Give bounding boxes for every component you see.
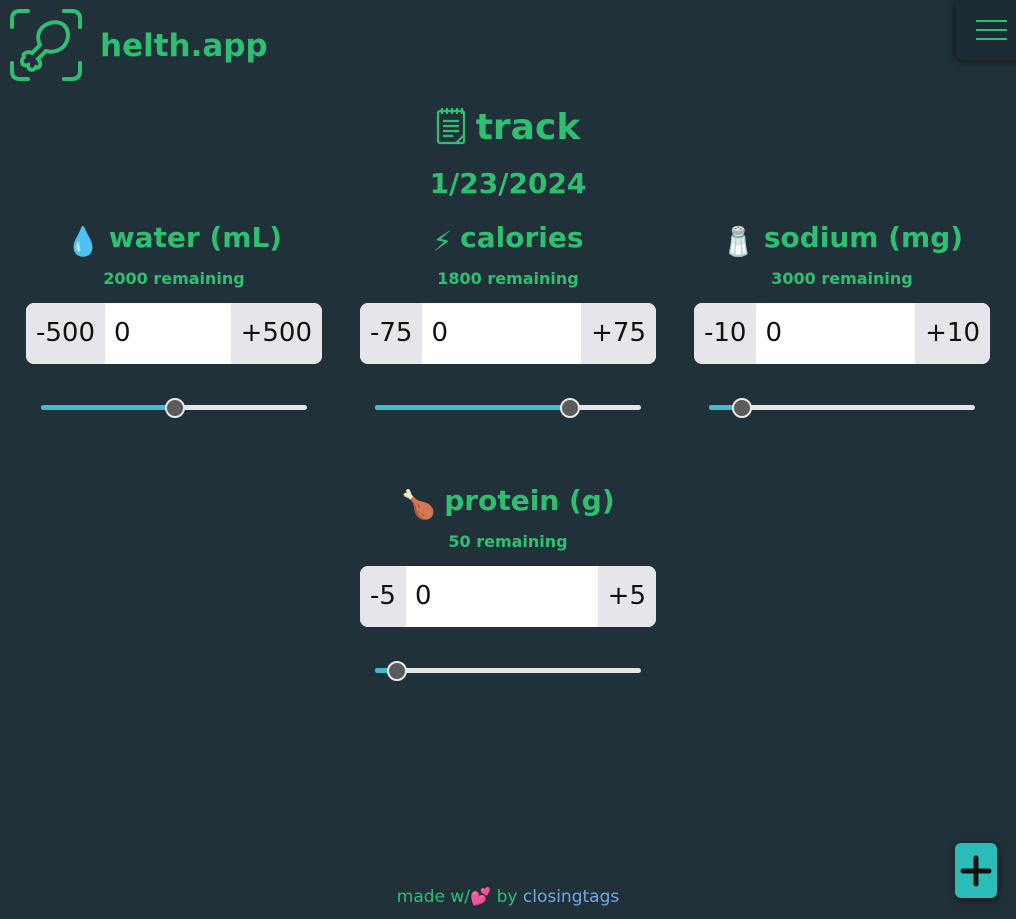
app-name[interactable]: helth.app bbox=[100, 26, 268, 66]
slider-thumb[interactable] bbox=[560, 398, 581, 418]
remaining-text: 1800 remaining bbox=[437, 269, 579, 288]
calories-slider[interactable] bbox=[360, 398, 656, 418]
add-button[interactable] bbox=[955, 843, 997, 898]
droplet-icon: 💧 bbox=[65, 225, 101, 258]
remaining-text: 50 remaining bbox=[448, 532, 568, 551]
page-title: track bbox=[0, 104, 1016, 152]
remaining-text: 2000 remaining bbox=[103, 269, 245, 288]
slider-thumb[interactable] bbox=[387, 661, 408, 681]
tracker-title: 💧 water (mL) bbox=[65, 221, 283, 258]
slider-thumb[interactable] bbox=[165, 398, 185, 418]
lightning-icon: ⚡ bbox=[432, 225, 453, 258]
tracker-protein: 🍗 protein (g) 50 remaining -5 0 +5 bbox=[360, 483, 656, 681]
tracker-calories: ⚡ calories 1800 remaining -75 0 +75 bbox=[360, 220, 656, 418]
tracker-title: 🧂 sodium (mg) bbox=[720, 221, 964, 258]
hamburger-icon bbox=[976, 20, 1007, 22]
water-stepper: -500 0 +500 bbox=[26, 303, 322, 364]
water-slider[interactable] bbox=[26, 398, 322, 418]
remaining-text: 3000 remaining bbox=[771, 269, 913, 288]
sodium-stepper: -10 0 +10 bbox=[694, 303, 990, 364]
decrement-button[interactable]: -75 bbox=[360, 303, 423, 364]
calories-stepper: -75 0 +75 bbox=[360, 303, 656, 364]
footer: made w/💕 by closingtags bbox=[396, 887, 620, 907]
value-input[interactable]: 0 bbox=[756, 303, 916, 364]
decrement-button[interactable]: -500 bbox=[26, 303, 106, 364]
date-display: 1/23/2024 bbox=[429, 167, 587, 200]
notepad-icon bbox=[436, 108, 465, 145]
value-input[interactable]: 0 bbox=[405, 566, 598, 627]
decrement-button[interactable]: -10 bbox=[694, 303, 757, 364]
value-input[interactable]: 0 bbox=[422, 303, 582, 364]
slider-thumb[interactable] bbox=[731, 398, 752, 418]
value-input[interactable]: 0 bbox=[105, 303, 231, 364]
decrement-button[interactable]: -5 bbox=[360, 566, 406, 627]
protein-slider[interactable] bbox=[360, 661, 656, 681]
protein-stepper: -5 0 +5 bbox=[360, 566, 656, 627]
author-link[interactable]: closingtags bbox=[523, 887, 619, 907]
heart-icon: 💕 bbox=[470, 887, 492, 907]
tracker-title: 🍗 protein (g) bbox=[401, 484, 615, 521]
plus-icon bbox=[960, 855, 992, 887]
increment-button[interactable]: +75 bbox=[581, 303, 656, 364]
increment-button[interactable]: +5 bbox=[597, 566, 656, 627]
salt-shaker-icon: 🧂 bbox=[720, 225, 756, 258]
menu-button[interactable] bbox=[956, 0, 1016, 60]
tracker-sodium: 🧂 sodium (mg) 3000 remaining -10 0 +10 bbox=[694, 220, 990, 418]
sodium-slider[interactable] bbox=[694, 398, 990, 418]
increment-button[interactable]: +500 bbox=[230, 303, 322, 364]
tracker-water: 💧 water (mL) 2000 remaining -500 0 +500 bbox=[26, 220, 322, 418]
drumstick-logo-icon bbox=[10, 9, 82, 81]
increment-button[interactable]: +10 bbox=[915, 303, 990, 364]
page-title-text: track bbox=[475, 107, 581, 148]
tracker-title: ⚡ calories bbox=[432, 221, 584, 258]
drumstick-icon: 🍗 bbox=[401, 488, 437, 521]
